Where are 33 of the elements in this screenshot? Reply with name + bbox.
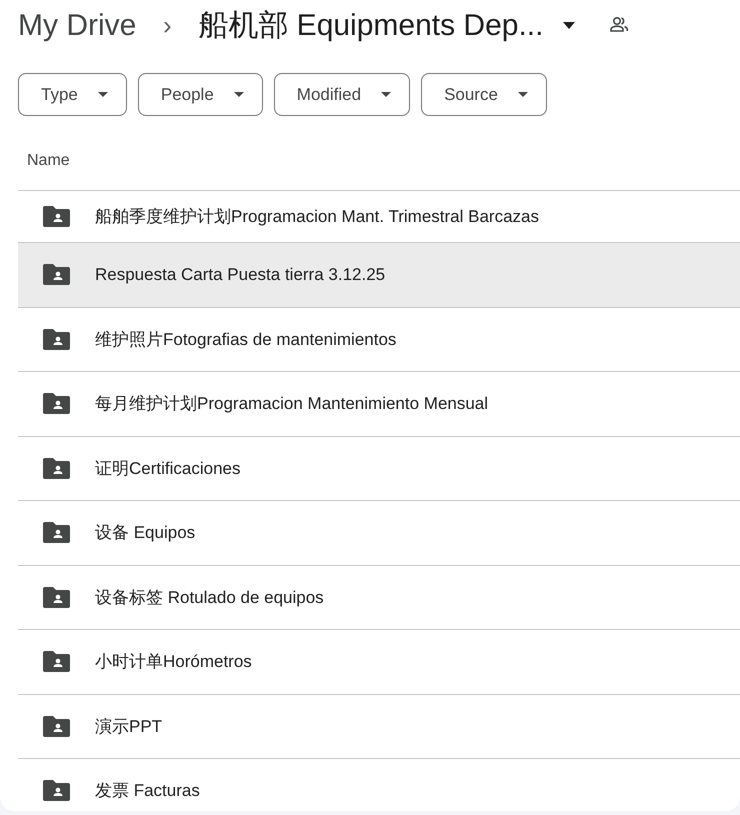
folder-row[interactable]: 小时计单Horómetros [18, 629, 740, 694]
shared-folder-icon [43, 586, 70, 608]
folder-row[interactable]: 演示PPT [18, 694, 740, 758]
folder-row[interactable]: 每月维护计划Programacion Mantenimiento Mensual [18, 371, 740, 436]
shared-folder-icon [43, 780, 70, 802]
folder-row[interactable]: 证明Certificaciones [18, 436, 740, 500]
folder-row[interactable]: Respuesta Carta Puesta tierra 3.12.25 [18, 242, 740, 306]
shared-folder-icon [43, 206, 70, 227]
caret-icon [381, 92, 392, 97]
folder-row[interactable]: 设备标签 Rotulado de equipos [18, 564, 740, 629]
folder-row[interactable]: 维护照片Fotografias de mantenimientos [18, 306, 740, 371]
shared-folder-icon [43, 393, 70, 414]
shared-folder-icon [43, 264, 70, 286]
caret-icon [563, 22, 576, 28]
shared-folder-icon [43, 522, 70, 544]
caret-icon [98, 92, 108, 97]
filter-button[interactable]: Source [421, 73, 547, 116]
column-header[interactable]: Name [0, 116, 70, 173]
folder-title[interactable]: 船机部 Equipments Dep... [198, 2, 544, 48]
shared-folder-icon [43, 651, 70, 672]
folder-row[interactable]: 设备 Equipos [18, 500, 740, 564]
breadcrumb-link[interactable]: My Drive [18, 2, 136, 48]
breadcrumb-separator: › [162, 8, 173, 42]
people-icon [609, 15, 630, 35]
filter-button[interactable]: Modified [274, 73, 410, 116]
caret-icon [518, 92, 528, 97]
filter-button[interactable]: People [138, 73, 263, 116]
shared-folder-icon [43, 328, 70, 350]
folder-row[interactable]: 发票 Facturas [18, 758, 740, 811]
filter-button[interactable]: Type [18, 73, 127, 116]
shared-folder-icon [43, 716, 70, 737]
caret-icon [234, 92, 244, 97]
shared-folder-icon [43, 458, 70, 479]
